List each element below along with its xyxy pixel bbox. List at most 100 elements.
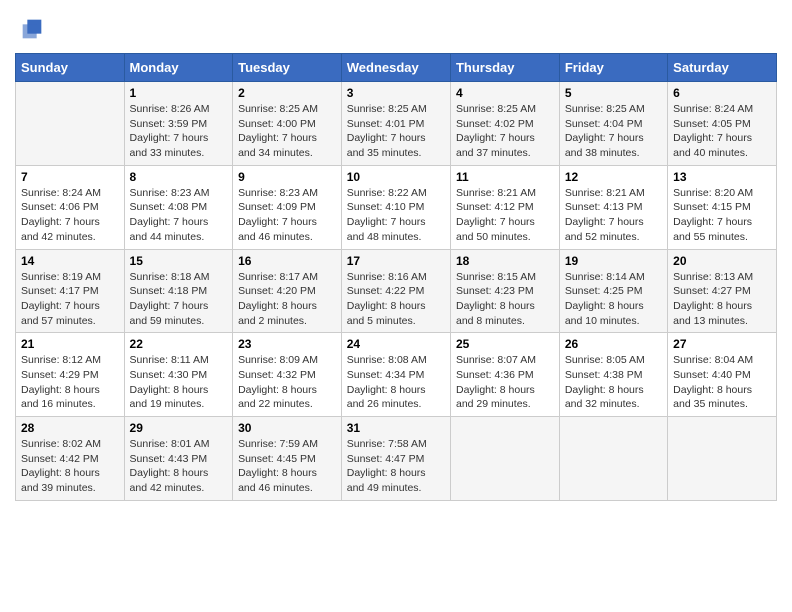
calendar-cell: 13 Sunrise: 8:20 AMSunset: 4:15 PMDayligh… <box>668 165 777 249</box>
day-number: 6 <box>673 86 771 100</box>
day-number: 12 <box>565 170 662 184</box>
day-header-friday: Friday <box>559 54 667 82</box>
calendar-cell: 11 Sunrise: 8:21 AMSunset: 4:12 PMDayligh… <box>450 165 559 249</box>
day-info: Sunrise: 7:59 AMSunset: 4:45 PMDaylight:… <box>238 437 336 496</box>
day-info: Sunrise: 8:21 AMSunset: 4:12 PMDaylight:… <box>456 186 554 245</box>
day-number: 27 <box>673 337 771 351</box>
day-info: Sunrise: 8:11 AMSunset: 4:30 PMDaylight:… <box>130 353 228 412</box>
day-number: 22 <box>130 337 228 351</box>
calendar-cell: 23 Sunrise: 8:09 AMSunset: 4:32 PMDayligh… <box>233 333 342 417</box>
calendar-header: SundayMondayTuesdayWednesdayThursdayFrid… <box>16 54 777 82</box>
calendar-cell: 22 Sunrise: 8:11 AMSunset: 4:30 PMDayligh… <box>124 333 233 417</box>
day-header-tuesday: Tuesday <box>233 54 342 82</box>
calendar-cell <box>559 417 667 501</box>
day-info: Sunrise: 8:13 AMSunset: 4:27 PMDaylight:… <box>673 270 771 329</box>
week-row-2: 7 Sunrise: 8:24 AMSunset: 4:06 PMDaylight… <box>16 165 777 249</box>
day-info: Sunrise: 8:23 AMSunset: 4:09 PMDaylight:… <box>238 186 336 245</box>
day-number: 31 <box>347 421 445 435</box>
day-number: 10 <box>347 170 445 184</box>
day-number: 11 <box>456 170 554 184</box>
day-number: 24 <box>347 337 445 351</box>
day-number: 25 <box>456 337 554 351</box>
calendar-cell: 20Sunrise: 8:13 AMSunset: 4:27 PMDayligh… <box>668 249 777 333</box>
day-number: 1 <box>130 86 228 100</box>
week-row-3: 14 Sunrise: 8:19 AMSunset: 4:17 PMDayligh… <box>16 249 777 333</box>
logo <box>15 15 46 43</box>
day-info: Sunrise: 8:20 AMSunset: 4:15 PMDaylight:… <box>673 186 771 245</box>
calendar-cell: 9 Sunrise: 8:23 AMSunset: 4:09 PMDaylight… <box>233 165 342 249</box>
page-header <box>15 15 777 43</box>
calendar-table: SundayMondayTuesdayWednesdayThursdayFrid… <box>15 53 777 501</box>
day-info: Sunrise: 8:21 AMSunset: 4:13 PMDaylight:… <box>565 186 662 245</box>
day-number: 13 <box>673 170 771 184</box>
calendar-cell <box>450 417 559 501</box>
calendar-cell: 10Sunrise: 8:22 AMSunset: 4:10 PMDayligh… <box>341 165 450 249</box>
day-info: Sunrise: 8:26 AMSunset: 3:59 PMDaylight:… <box>130 102 228 161</box>
calendar-cell: 3Sunrise: 8:25 AMSunset: 4:01 PMDaylight… <box>341 82 450 166</box>
day-header-wednesday: Wednesday <box>341 54 450 82</box>
day-number: 8 <box>130 170 228 184</box>
calendar-cell: 8 Sunrise: 8:23 AMSunset: 4:08 PMDaylight… <box>124 165 233 249</box>
day-info: Sunrise: 8:01 AMSunset: 4:43 PMDaylight:… <box>130 437 228 496</box>
calendar-cell: 24 Sunrise: 8:08 AMSunset: 4:34 PMDayligh… <box>341 333 450 417</box>
day-info: Sunrise: 8:09 AMSunset: 4:32 PMDaylight:… <box>238 353 336 412</box>
day-info: Sunrise: 8:02 AMSunset: 4:42 PMDaylight:… <box>21 437 119 496</box>
calendar-cell: 4Sunrise: 8:25 AMSunset: 4:02 PMDaylight… <box>450 82 559 166</box>
day-number: 16 <box>238 254 336 268</box>
day-info: Sunrise: 8:19 AMSunset: 4:17 PMDaylight:… <box>21 270 119 329</box>
day-header-thursday: Thursday <box>450 54 559 82</box>
day-number: 14 <box>21 254 119 268</box>
calendar-cell: 2 Sunrise: 8:25 AMSunset: 4:00 PMDaylight… <box>233 82 342 166</box>
calendar-cell: 31 Sunrise: 7:58 AMSunset: 4:47 PMDayligh… <box>341 417 450 501</box>
calendar-cell: 21 Sunrise: 8:12 AMSunset: 4:29 PMDayligh… <box>16 333 125 417</box>
day-number: 17 <box>347 254 445 268</box>
day-number: 5 <box>565 86 662 100</box>
calendar-cell: 26 Sunrise: 8:05 AMSunset: 4:38 PMDayligh… <box>559 333 667 417</box>
day-number: 30 <box>238 421 336 435</box>
calendar-cell: 5Sunrise: 8:25 AMSunset: 4:04 PMDaylight… <box>559 82 667 166</box>
week-row-5: 28Sunrise: 8:02 AMSunset: 4:42 PMDayligh… <box>16 417 777 501</box>
day-number: 2 <box>238 86 336 100</box>
day-number: 26 <box>565 337 662 351</box>
calendar-cell <box>668 417 777 501</box>
day-number: 23 <box>238 337 336 351</box>
calendar-cell <box>16 82 125 166</box>
day-info: Sunrise: 8:16 AMSunset: 4:22 PMDaylight:… <box>347 270 445 329</box>
day-number: 9 <box>238 170 336 184</box>
week-row-1: 1 Sunrise: 8:26 AMSunset: 3:59 PMDaylight… <box>16 82 777 166</box>
day-number: 18 <box>456 254 554 268</box>
day-header-sunday: Sunday <box>16 54 125 82</box>
day-number: 3 <box>347 86 445 100</box>
calendar-cell: 15 Sunrise: 8:18 AMSunset: 4:18 PMDayligh… <box>124 249 233 333</box>
day-info: Sunrise: 8:24 AMSunset: 4:05 PMDaylight:… <box>673 102 771 161</box>
day-number: 21 <box>21 337 119 351</box>
day-number: 29 <box>130 421 228 435</box>
day-number: 15 <box>130 254 228 268</box>
day-info: Sunrise: 8:12 AMSunset: 4:29 PMDaylight:… <box>21 353 119 412</box>
day-info: Sunrise: 8:25 AMSunset: 4:02 PMDaylight:… <box>456 102 554 161</box>
day-info: Sunrise: 8:05 AMSunset: 4:38 PMDaylight:… <box>565 353 662 412</box>
day-info: Sunrise: 8:04 AMSunset: 4:40 PMDaylight:… <box>673 353 771 412</box>
logo-icon <box>18 15 46 43</box>
day-info: Sunrise: 8:23 AMSunset: 4:08 PMDaylight:… <box>130 186 228 245</box>
day-info: Sunrise: 8:18 AMSunset: 4:18 PMDaylight:… <box>130 270 228 329</box>
day-info: Sunrise: 8:17 AMSunset: 4:20 PMDaylight:… <box>238 270 336 329</box>
calendar-cell: 25Sunrise: 8:07 AMSunset: 4:36 PMDayligh… <box>450 333 559 417</box>
calendar-cell: 6 Sunrise: 8:24 AMSunset: 4:05 PMDaylight… <box>668 82 777 166</box>
day-info: Sunrise: 8:25 AMSunset: 4:00 PMDaylight:… <box>238 102 336 161</box>
day-number: 7 <box>21 170 119 184</box>
day-info: Sunrise: 7:58 AMSunset: 4:47 PMDaylight:… <box>347 437 445 496</box>
day-number: 19 <box>565 254 662 268</box>
calendar-cell: 30 Sunrise: 7:59 AMSunset: 4:45 PMDayligh… <box>233 417 342 501</box>
day-info: Sunrise: 8:08 AMSunset: 4:34 PMDaylight:… <box>347 353 445 412</box>
day-header-monday: Monday <box>124 54 233 82</box>
calendar-cell: 29 Sunrise: 8:01 AMSunset: 4:43 PMDayligh… <box>124 417 233 501</box>
calendar-cell: 12 Sunrise: 8:21 AMSunset: 4:13 PMDayligh… <box>559 165 667 249</box>
calendar-cell: 16 Sunrise: 8:17 AMSunset: 4:20 PMDayligh… <box>233 249 342 333</box>
calendar-cell: 19Sunrise: 8:14 AMSunset: 4:25 PMDayligh… <box>559 249 667 333</box>
calendar-cell: 1 Sunrise: 8:26 AMSunset: 3:59 PMDaylight… <box>124 82 233 166</box>
calendar-cell: 18 Sunrise: 8:15 AMSunset: 4:23 PMDayligh… <box>450 249 559 333</box>
day-info: Sunrise: 8:24 AMSunset: 4:06 PMDaylight:… <box>21 186 119 245</box>
week-row-4: 21 Sunrise: 8:12 AMSunset: 4:29 PMDayligh… <box>16 333 777 417</box>
day-info: Sunrise: 8:15 AMSunset: 4:23 PMDaylight:… <box>456 270 554 329</box>
